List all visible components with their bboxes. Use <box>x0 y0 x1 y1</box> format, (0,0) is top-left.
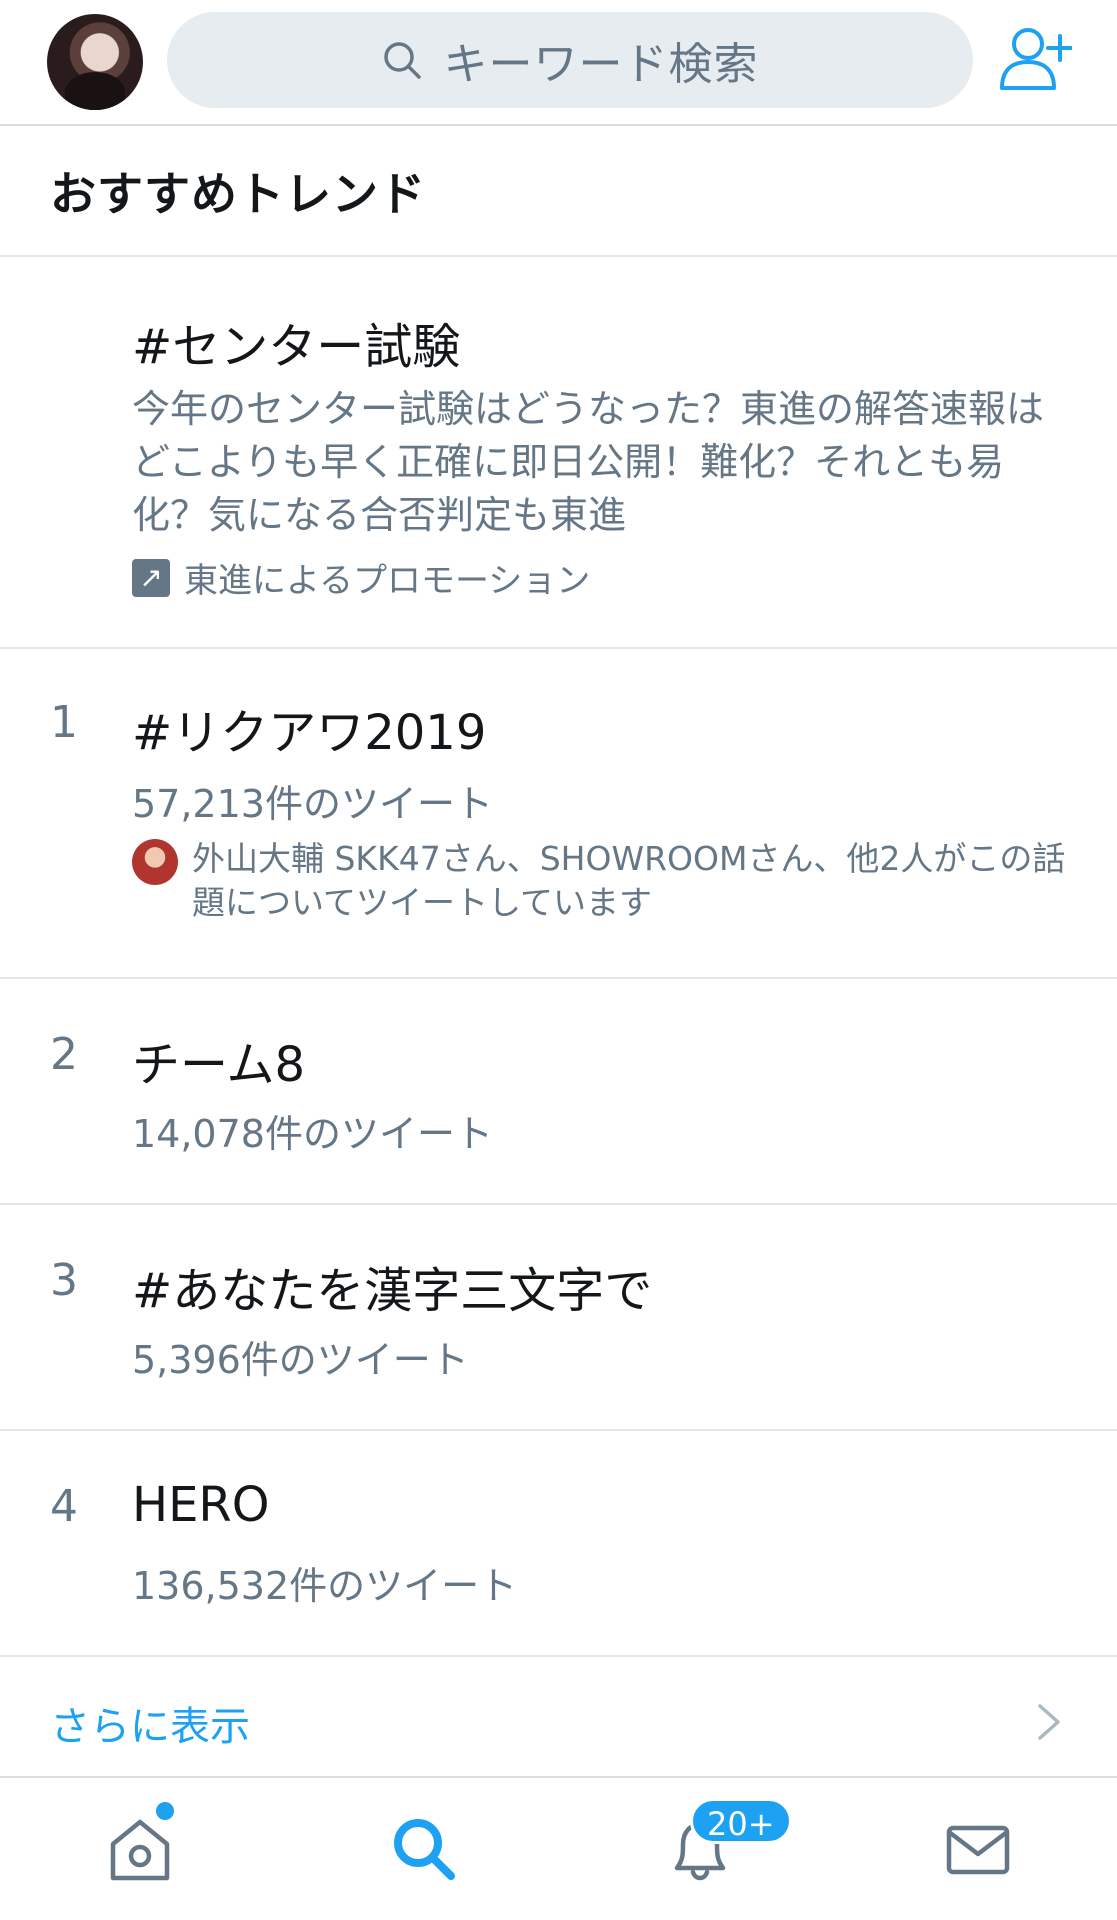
show-more-link[interactable]: さらに表示 <box>50 1694 250 1752</box>
trend-name: #リクアワ2019 <box>132 705 487 761</box>
section-title: おすすめトレンド <box>50 167 426 221</box>
explore-search-icon[interactable] <box>389 1814 459 1884</box>
notifications-badge: 20+ <box>690 1798 792 1844</box>
tweet-count: 136,532件のツイート <box>132 1564 518 1608</box>
trend-name: チーム8 <box>132 1037 306 1093</box>
promoted-by-label: 東進によるプロモーション <box>184 561 591 601</box>
tweet-count: 5,396件のツイート <box>132 1338 469 1382</box>
trend-name: #あなたを漢字三文字で <box>132 1263 653 1319</box>
trend-rank: 1 <box>50 697 78 748</box>
search-icon <box>383 42 421 79</box>
tweet-count: 14,078件のツイート <box>132 1112 493 1156</box>
chevron-right-icon[interactable] <box>1036 1702 1062 1742</box>
tweet-count: 57,213件のツイート <box>132 782 493 826</box>
explore-page: キーワード検索 おすすめトレンド #センター試験 今年のセンター試験はどうなった… <box>0 0 1117 1920</box>
trend-item[interactable]: 4 HERO 136,532件のツイート <box>0 1431 1117 1655</box>
promoted-trend[interactable]: #センター試験 今年のセンター試験はどうなった？東進の解答速報はどこよりも早く正… <box>0 257 1117 647</box>
trend-name: #センター試験 <box>132 319 461 375</box>
tab-bar <box>0 1776 1117 1920</box>
top-bar: キーワード検索 <box>0 0 1117 126</box>
messages-envelope-icon[interactable] <box>943 1814 1013 1884</box>
trend-item[interactable]: 3 #あなたを漢字三文字で 5,396件のツイート <box>0 1205 1117 1429</box>
promoted-arrow-icon: ↗ <box>132 558 170 597</box>
trend-rank: 2 <box>50 1029 78 1080</box>
trend-name: HERO <box>132 1477 270 1533</box>
user-avatar[interactable] <box>47 14 143 110</box>
home-icon[interactable] <box>105 1814 175 1884</box>
trend-rank: 3 <box>50 1255 78 1306</box>
trend-rank: 4 <box>50 1481 78 1532</box>
home-new-indicator <box>156 1802 174 1820</box>
promoted-description: 今年のセンター試験はどうなった？東進の解答速報はどこよりも早く正確に即日公開！難… <box>132 387 1045 537</box>
trend-context: 外山大輔 SKK47さん、SHOWROOMさん、他2人がこの話題についてツイート… <box>132 837 1072 925</box>
divider <box>0 1655 1117 1657</box>
search-placeholder: キーワード検索 <box>443 39 759 90</box>
trend-item[interactable]: 2 チーム8 14,078件のツイート <box>0 979 1117 1203</box>
search-bar[interactable]: キーワード検索 <box>167 12 973 108</box>
context-text: 外山大輔 SKK47さん、SHOWROOMさん、他2人がこの話題についてツイート… <box>192 839 1066 922</box>
trend-item[interactable]: 1 #リクアワ2019 57,213件のツイート 外山大輔 SKK47さん、SH… <box>0 649 1117 977</box>
promoted-by: ↗ 東進によるプロモーション <box>132 553 590 602</box>
context-avatar <box>132 839 178 885</box>
add-user-icon[interactable] <box>998 22 1072 96</box>
